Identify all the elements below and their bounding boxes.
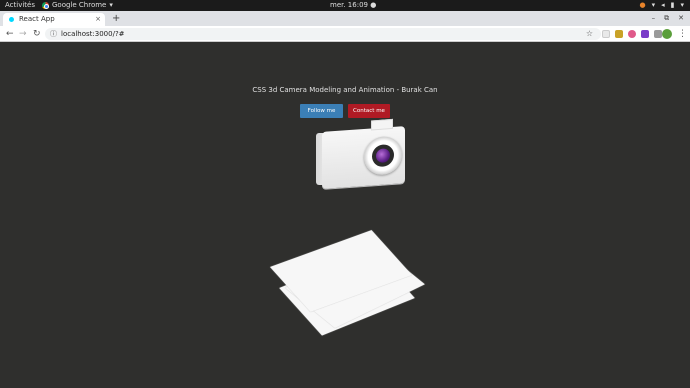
photo-stack [270,230,430,336]
extensions [602,30,662,38]
react-favicon-icon [9,17,14,22]
tab-title: React App [19,15,55,23]
close-tab-icon[interactable]: × [95,13,101,26]
volume-icon: ◂ [661,1,665,9]
new-tab-button[interactable]: + [112,11,120,26]
system-top-bar: Activités Google Chrome ▾ mer. 16:09 ● ●… [0,0,690,11]
address-bar[interactable]: ⓘ localhost:3000/?# ☆ [45,28,601,40]
back-icon[interactable]: ← [6,26,14,42]
extension-icon[interactable] [615,30,623,38]
window-controls: – ⧉ ✕ [652,11,684,26]
chrome-icon [42,2,49,9]
close-window-icon[interactable]: ✕ [678,11,684,26]
extension-icon[interactable] [602,30,610,38]
browser-tab[interactable]: React App × [3,13,105,26]
url-text: localhost:3000/?# [61,30,125,38]
camera-3d-model [316,118,406,189]
app-menu-label: Google Chrome [52,1,107,9]
battery-icon: ▮ [670,1,675,9]
contact-button[interactable]: Contact me [348,104,390,118]
toolbar: ← → ↻ ⓘ localhost:3000/?# ☆ ⋮ [0,26,690,42]
wifi-icon: ▾ [651,1,656,9]
lens-ring [372,143,394,168]
page-title: CSS 3d Camera Modeling and Animation - B… [252,86,438,94]
chevron-down-icon: ▾ [109,1,113,9]
activities-button[interactable]: Activités [5,0,35,11]
notification-icon: ● [639,1,646,9]
forward-icon[interactable]: → [19,26,27,42]
follow-button[interactable]: Follow me [300,104,343,118]
reload-icon[interactable]: ↻ [33,26,41,42]
camera-flash [371,118,393,131]
extension-icon[interactable] [654,30,662,38]
minimize-icon[interactable]: – [652,11,656,26]
tab-strip: React App × [0,11,690,26]
app-menu[interactable]: Google Chrome ▾ [42,0,113,11]
page-content: CSS 3d Camera Modeling and Animation - B… [0,43,690,388]
extension-icon[interactable] [628,30,636,38]
info-icon[interactable]: ⓘ [50,28,57,40]
profile-avatar[interactable] [662,29,672,39]
lens-glass [376,148,390,164]
power-icon: ▾ [680,1,684,9]
system-tray[interactable]: ● ▾ ◂ ▮ ▾ [639,0,684,11]
maximize-icon[interactable]: ⧉ [664,11,669,26]
extension-icon[interactable] [641,30,649,38]
camera-body [322,118,405,189]
bookmark-star-icon[interactable]: ☆ [586,28,593,40]
menu-kebab-icon[interactable]: ⋮ [678,26,687,42]
clock-label: mer. 16:09 [330,1,368,9]
camera-lens [364,135,402,176]
clock[interactable]: mer. 16:09 ● [330,0,376,11]
